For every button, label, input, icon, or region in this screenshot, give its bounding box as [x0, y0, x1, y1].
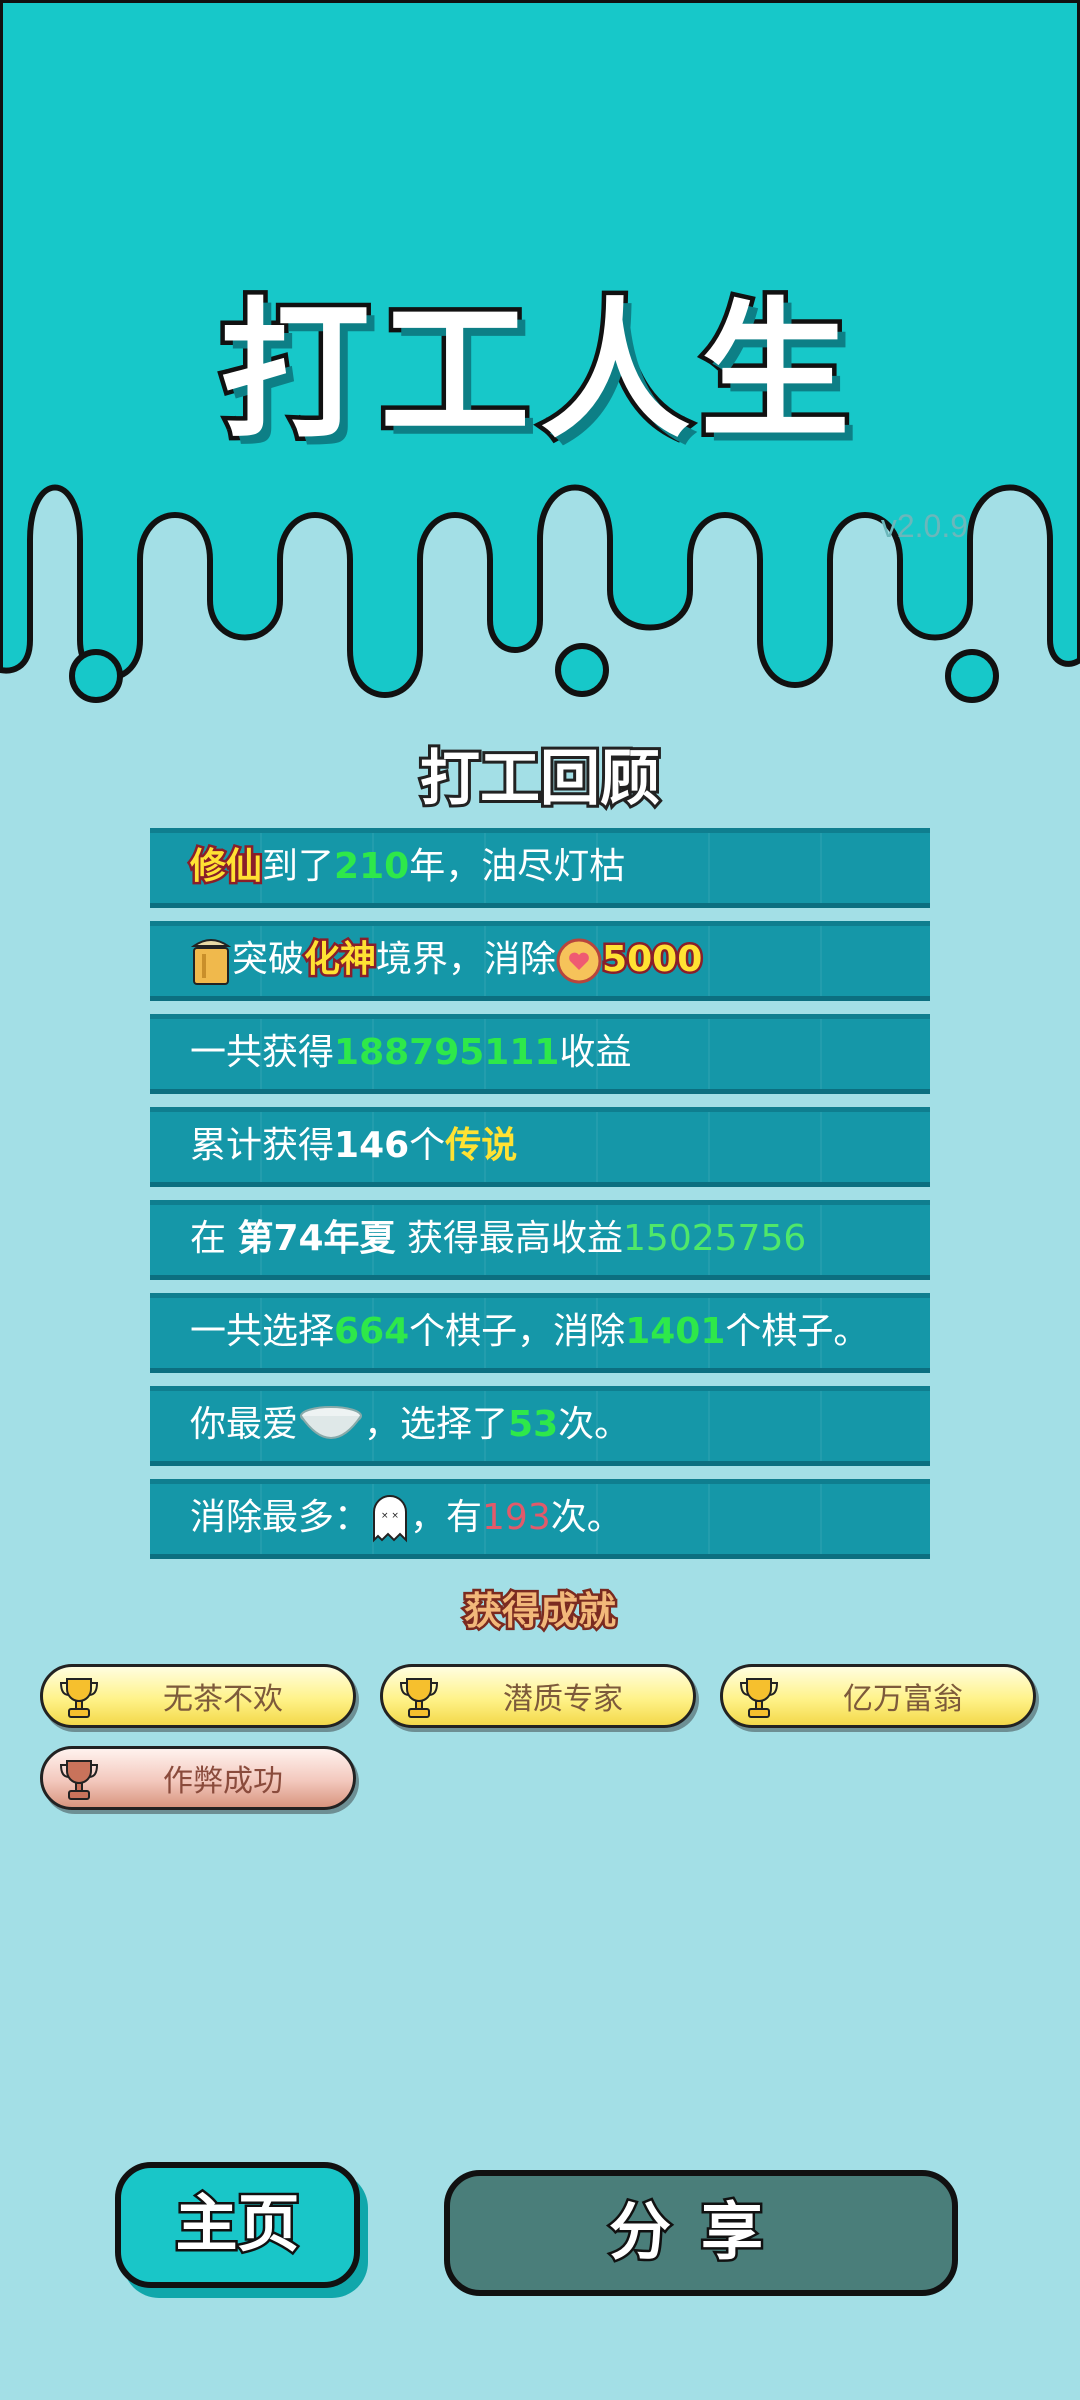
review-heading: 打工回顾	[417, 741, 663, 817]
list-item: 修仙到了210年，油尽灯枯	[150, 828, 930, 908]
app-title: 打工人生	[215, 281, 860, 464]
achievements-heading: 获得成就	[461, 1587, 618, 1636]
share-button[interactable]: 分享	[444, 2170, 958, 2296]
list-item: 在 第74年夏 获得最高收益15025756	[150, 1200, 930, 1280]
achievement-badge[interactable]: 作弊成功	[40, 1746, 356, 1810]
version-label: v2.0.9	[880, 508, 968, 544]
achievement-badge[interactable]: 潜质专家	[380, 1664, 696, 1728]
heart-coin-icon	[556, 938, 602, 984]
home-button[interactable]: 主页	[115, 2162, 360, 2288]
trophy-icon	[399, 1678, 439, 1718]
ghost-icon: × ×	[373, 1495, 408, 1543]
trophy-icon	[739, 1678, 779, 1718]
list-item: 突破化神境界，消除 5000	[150, 921, 930, 1001]
svg-text:× ×: × ×	[381, 1511, 399, 1521]
review-list: 修仙到了210年，油尽灯枯 突破化神境界，消除 5000 一共获得1887951…	[150, 828, 930, 1572]
bowl-icon	[300, 1406, 363, 1439]
trophy-icon	[59, 1760, 99, 1800]
list-item: 一共选择664个棋子，消除1401个棋子。	[150, 1293, 930, 1373]
achievement-badge[interactable]: 亿万富翁	[720, 1664, 1036, 1728]
bucket-icon	[190, 939, 232, 985]
list-item: 你最爱 ，选择了53次。	[150, 1386, 930, 1466]
list-item: 累计获得146个传说	[150, 1107, 930, 1187]
trophy-icon	[59, 1678, 99, 1718]
achievement-badge[interactable]: 无茶不欢	[40, 1664, 356, 1728]
list-item: 一共获得188795111收益	[150, 1014, 930, 1094]
list-item: 消除最多： × × ，有193次。	[150, 1479, 930, 1559]
